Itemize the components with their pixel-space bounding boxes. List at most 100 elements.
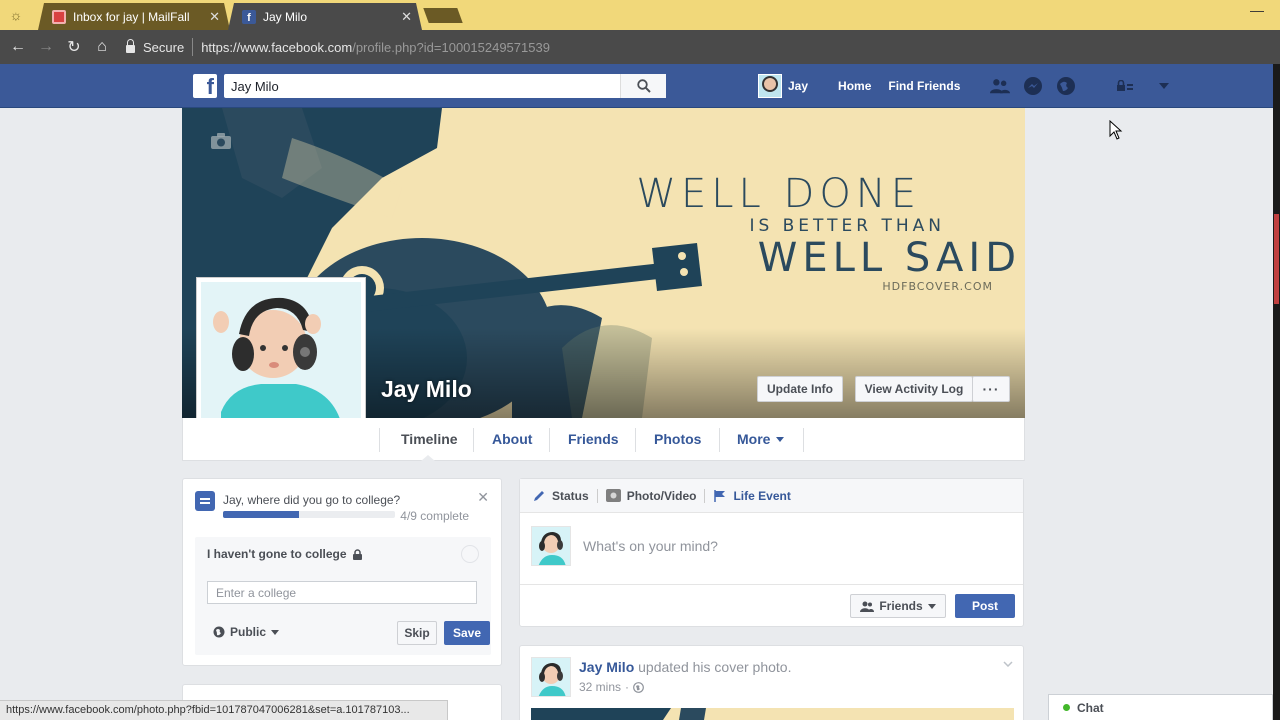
close-icon[interactable]: ✕: [477, 489, 489, 506]
question-progress-fill: [223, 511, 299, 518]
camera-icon[interactable]: [210, 132, 232, 153]
tab-about[interactable]: About: [492, 418, 532, 460]
composer-tab-life-event[interactable]: Life Event: [713, 488, 791, 503]
tab-more[interactable]: More: [737, 418, 785, 460]
page-scrollbar[interactable]: [1273, 64, 1280, 720]
question-progress-text: 4/9 complete: [400, 509, 469, 523]
composer-tab-life-event-label: Life Event: [733, 488, 791, 503]
composer-tab-status[interactable]: Status: [532, 489, 589, 503]
lock-icon: [126, 39, 135, 53]
avatar[interactable]: [531, 657, 571, 697]
post-composer: Status Photo/Video Life Event What's on …: [519, 478, 1024, 627]
composer-tab-photo-video-label: Photo/Video: [626, 488, 697, 503]
tab-title: Jay Milo: [263, 9, 308, 24]
tab-title: Inbox for jay | MailFall: [73, 9, 190, 24]
composer-audience-label: Friends: [879, 599, 923, 613]
composer-tabs: Status Photo/Video Life Event: [520, 479, 1023, 513]
notifications-globe-icon[interactable]: [1056, 76, 1076, 96]
facebook-logo-icon[interactable]: f: [193, 74, 217, 98]
search-input[interactable]: [231, 78, 621, 94]
composer-input[interactable]: What's on your mind?: [583, 538, 718, 554]
avatar[interactable]: [758, 74, 782, 98]
browser-tab-mailfall[interactable]: Inbox for jay | MailFall ✕: [38, 3, 230, 30]
avatar[interactable]: [531, 526, 571, 566]
browser-toolbar: ← → ↻ ⌂ Secure https://www.facebook.com /…: [0, 30, 1280, 64]
tab-divider: [379, 428, 380, 452]
nav-home-link[interactable]: Home: [838, 79, 871, 93]
no-college-option-label: I haven't gone to college: [207, 547, 347, 561]
avatar-image: [532, 527, 570, 565]
skip-button[interactable]: Skip: [397, 621, 437, 645]
composer-audience-button[interactable]: Friends: [850, 594, 946, 618]
baby-with-headphones-illustration: [201, 282, 361, 440]
url-path: /profile.php?id=100015249571539: [352, 39, 550, 55]
tab-friends[interactable]: Friends: [568, 418, 619, 460]
online-status-dot: [1063, 704, 1070, 711]
nav-user-link[interactable]: Jay: [788, 79, 808, 93]
facebook-favicon-icon: f: [242, 10, 256, 24]
no-college-option[interactable]: I haven't gone to college: [207, 547, 362, 561]
tab-timeline[interactable]: Timeline: [401, 418, 458, 460]
no-college-radio[interactable]: [461, 545, 479, 563]
back-arrow-icon[interactable]: ←: [4, 38, 32, 56]
chat-label: Chat: [1077, 700, 1104, 715]
privacy-shortcuts-icon[interactable]: [1115, 76, 1141, 96]
incognito-app-icon[interactable]: ☼: [0, 0, 32, 30]
address-bar[interactable]: Secure https://www.facebook.com/profile.…: [126, 34, 550, 60]
tab-divider: [803, 428, 804, 452]
active-tab-indicator: [421, 455, 435, 461]
college-input[interactable]: [207, 581, 477, 604]
cover-quote-line-2: IS BETTER THAN: [749, 216, 945, 236]
audience-selector[interactable]: Public: [213, 625, 280, 639]
mail-favicon-icon: [52, 10, 66, 24]
save-button[interactable]: Save: [444, 621, 490, 645]
account-menu-chevron-down-icon[interactable]: [1154, 76, 1174, 96]
facebook-top-bar: f Jay Home Find Friends: [0, 64, 1280, 108]
search-icon: [636, 79, 651, 93]
story-options-chevron-down-icon[interactable]: [1003, 656, 1013, 670]
feed-story: Jay Milo updated his cover photo. 32 min…: [519, 645, 1024, 720]
chevron-down-icon: [271, 629, 280, 635]
cover-quote-line-1: WELL DONE: [636, 171, 921, 217]
chat-sidebar-toggle[interactable]: Chat: [1048, 694, 1273, 720]
cover-watermark: HDFBCOVER.COM: [882, 280, 993, 293]
mouse-cursor-icon: [1109, 120, 1123, 140]
composer-tab-photo-video[interactable]: Photo/Video: [605, 488, 697, 503]
facebook-search-box[interactable]: [224, 74, 666, 98]
home-icon[interactable]: ⌂: [88, 38, 116, 56]
browser-tab-strip: ☼ Inbox for jay | MailFall ✕ f Jay Milo …: [0, 0, 1280, 30]
question-progress-bar: [223, 511, 395, 518]
nav-find-friends-link[interactable]: Find Friends: [888, 79, 960, 93]
tab-photos[interactable]: Photos: [654, 418, 701, 460]
friend-requests-icon[interactable]: [990, 76, 1011, 96]
story-author-link[interactable]: Jay Milo: [579, 659, 634, 675]
search-button[interactable]: [620, 74, 666, 98]
update-info-button[interactable]: Update Info: [757, 376, 843, 402]
photo-icon: [605, 489, 621, 502]
profile-picture-image: [201, 282, 361, 440]
tab-divider: [719, 428, 720, 452]
story-cover-image[interactable]: [531, 708, 1014, 720]
tab-divider: [635, 428, 636, 452]
post-button[interactable]: Post: [955, 594, 1015, 618]
tab-close-icon[interactable]: ✕: [401, 9, 412, 25]
friends-icon: [860, 601, 875, 612]
pencil-icon: [534, 490, 544, 501]
story-time-separator: ·: [625, 680, 630, 694]
story-timestamp[interactable]: 32 mins ·: [579, 680, 644, 694]
story-action-text: updated his cover photo.: [634, 659, 792, 675]
tab-close-icon[interactable]: ✕: [209, 9, 220, 25]
new-tab-button[interactable]: [423, 8, 463, 23]
chevron-down-icon: [927, 603, 936, 609]
view-activity-log-button[interactable]: View Activity Log: [855, 376, 973, 402]
forward-arrow-icon[interactable]: →: [32, 38, 60, 56]
more-options-button[interactable]: ···: [972, 376, 1010, 402]
reload-icon[interactable]: ↻: [60, 37, 88, 57]
composer-tab-status-label: Status: [552, 488, 589, 503]
avatar-image: [532, 658, 570, 696]
omnibox-divider: [192, 38, 194, 56]
profile-name[interactable]: Jay Milo: [381, 376, 472, 403]
window-minimize-icon[interactable]: —: [1250, 2, 1264, 18]
browser-tab-facebook[interactable]: f Jay Milo ✕: [228, 3, 422, 30]
messenger-icon[interactable]: [1023, 76, 1043, 96]
